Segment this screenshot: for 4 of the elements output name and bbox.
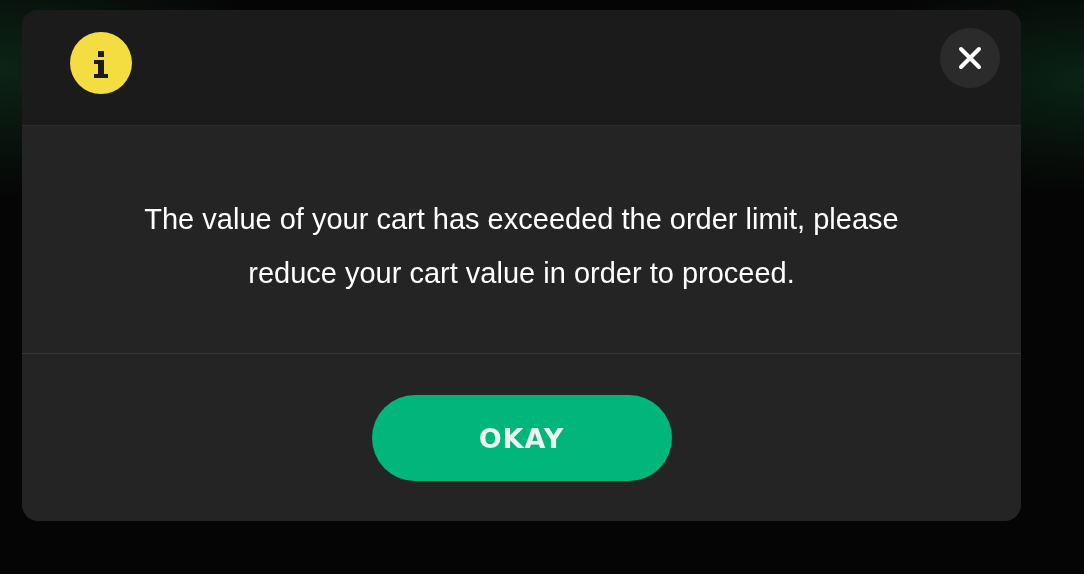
okay-button[interactable]: OKAY xyxy=(371,395,672,481)
info-icon xyxy=(70,31,132,94)
close-icon xyxy=(958,45,982,70)
message-text: The value of your cart has exceeded the order limit, please reduce your cart value in order to proceed. xyxy=(143,201,900,291)
